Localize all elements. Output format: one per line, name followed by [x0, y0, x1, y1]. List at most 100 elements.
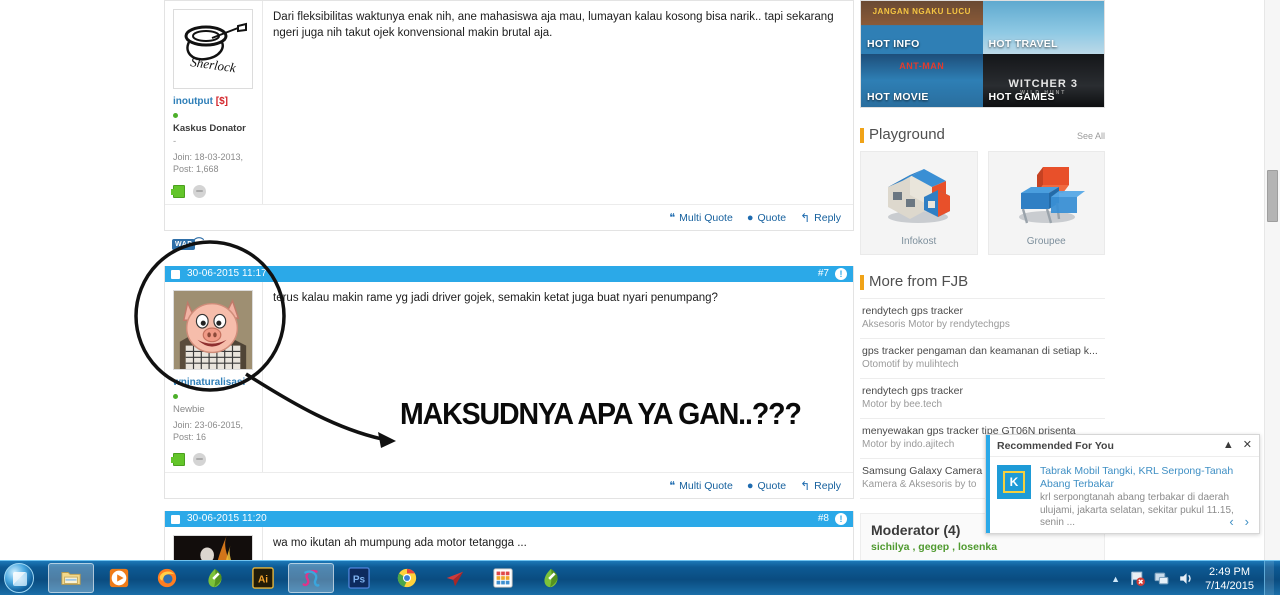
meme-caption: MAKSUDNYA APA YA GAN..???	[400, 396, 802, 431]
avatar[interactable]: Sherlock	[173, 9, 253, 89]
hot-tile-games[interactable]: WITCHER 3 WILD HUNT HOT GAMES	[982, 54, 1104, 107]
list-item[interactable]: rendytech gps tracker Aksesoris Motor by…	[860, 298, 1105, 339]
user-post-count: Post: 16	[173, 432, 207, 442]
scrollbar-thumb[interactable]	[1267, 170, 1278, 222]
avatar[interactable]	[173, 290, 253, 370]
volume-icon[interactable]	[1177, 570, 1194, 587]
fjb-item-title: rendytech gps tracker	[862, 305, 963, 317]
hot-tile-movie[interactable]: ANT-MAN HOT MOVIE	[861, 54, 983, 107]
post-checkbox[interactable]	[171, 269, 180, 279]
post-7-header: 30-06-2015 11:17 #7 !	[165, 266, 853, 282]
bubble-icon: ●	[746, 479, 754, 492]
taskbar-coreldraw[interactable]	[192, 563, 238, 593]
taskbar-windows-explorer[interactable]	[48, 563, 94, 593]
post-6-username[interactable]: inoutput [$]	[173, 96, 256, 108]
quote-button[interactable]: ● Quote	[747, 480, 786, 492]
taskbar-adobe-illustrator[interactable]: Ai	[240, 563, 286, 593]
recommended-header: Recommended For You ▲ ✕	[986, 435, 1259, 457]
recommended-title: Recommended For You	[997, 439, 1114, 452]
next-arrow-icon[interactable]: ›	[1245, 514, 1249, 529]
user-dash: -	[173, 136, 177, 147]
multi-quote-button[interactable]: ❝ Multi Quote	[669, 479, 733, 493]
taskbar-clock[interactable]: 2:49 PM 7/14/2015	[1205, 565, 1254, 593]
user-post-count: Post: 1,668	[173, 164, 219, 174]
isometric-chairs-icon	[1019, 167, 1086, 224]
taskbar-coreldraw-second[interactable]	[528, 563, 574, 593]
system-tray: ▲ 2:49 PM 7/14/2015	[1111, 561, 1280, 595]
tray-expand-icon[interactable]: ▲	[1111, 574, 1120, 584]
chevron-up-icon[interactable]: ▲	[1223, 440, 1234, 451]
gray-badge-icon[interactable]	[193, 453, 206, 466]
moderator-names[interactable]: sichilya , gegep , losenka	[871, 541, 1094, 553]
taskbar-google-chrome[interactable]	[384, 563, 430, 593]
report-icon[interactable]: !	[835, 268, 847, 280]
browser-content: Sherlock inoutput [$] Kaskus Donator - J…	[0, 0, 1280, 560]
taskbar-media-player[interactable]	[96, 563, 142, 593]
report-icon[interactable]: !	[835, 513, 847, 525]
wifi-wave-icon: ⌒	[193, 238, 205, 249]
hot-tile-travel[interactable]: HOT TRAVEL	[982, 1, 1104, 54]
quote-button[interactable]: ● Quote	[747, 212, 786, 224]
illustrator-icon: Ai	[252, 567, 274, 589]
firefox-icon	[157, 568, 177, 588]
close-icon[interactable]: ✕	[1243, 440, 1252, 451]
wap-badge-wrap: WAP ⌒	[164, 233, 854, 256]
gray-badge-icon[interactable]	[193, 185, 206, 198]
list-item[interactable]: gps tracker pengaman dan keamanan di set…	[860, 339, 1105, 379]
flag-action-center-icon[interactable]	[1129, 570, 1146, 587]
taskbar-smadav[interactable]	[288, 563, 334, 593]
playground-label-groupee: Groupee	[1026, 236, 1066, 247]
post-7-number[interactable]: #7	[818, 266, 829, 282]
vertical-scrollbar[interactable]	[1264, 0, 1280, 560]
taskbar-paper-plane-app[interactable]	[432, 563, 478, 593]
hot-tile-info[interactable]: JANGAN NGAKU LUCU HOT INFO	[861, 1, 983, 54]
screen: Sherlock inoutput [$] Kaskus Donator - J…	[0, 0, 1280, 595]
recommended-text: Tabrak Mobil Tangki, KRL Serpong-Tanah A…	[1040, 465, 1251, 530]
post-6-body: Sherlock inoutput [$] Kaskus Donator - J…	[165, 1, 853, 204]
isometric-house-icon	[887, 169, 950, 223]
playground-card-groupee[interactable]: Groupee	[987, 151, 1105, 255]
reply-button[interactable]: ↰ Reply	[800, 211, 841, 225]
prev-arrow-icon[interactable]: ‹	[1229, 514, 1233, 529]
green-badge-icon[interactable]	[171, 185, 185, 198]
playground-see-all[interactable]: See All	[1077, 131, 1105, 143]
playground-card-infokost[interactable]: Infokost	[860, 151, 978, 255]
username-text: inoutput	[173, 96, 213, 107]
hot-travel-label: HOT TRAVEL	[988, 38, 1058, 50]
taskbar-calculator-grid-app[interactable]	[480, 563, 526, 593]
recommended-link[interactable]: Tabrak Mobil Tangki, KRL Serpong-Tanah A…	[1040, 465, 1251, 491]
svg-text:Ps: Ps	[353, 575, 366, 586]
post-checkbox[interactable]	[171, 514, 180, 524]
reply-button[interactable]: ↰ Reply	[800, 479, 841, 493]
avatar[interactable]	[173, 535, 253, 560]
start-button[interactable]	[4, 563, 34, 593]
calculator-grid-icon	[493, 568, 513, 588]
online-status-dot	[173, 394, 178, 399]
post-7-message: terus kalau makin rame yg jadi driver go…	[273, 292, 718, 304]
fjb-item-title: gps tracker pengaman dan keamanan di set…	[862, 345, 1098, 357]
playground-label-infokost: Infokost	[901, 236, 937, 247]
multi-quote-button[interactable]: ❝ Multi Quote	[669, 211, 733, 225]
infokost-illustration	[880, 152, 958, 236]
post-7-body: wninaturalisasi Newbie Join: 23-06-2015,…	[165, 282, 853, 472]
post-8-header: 30-06-2015 11:20 #8 !	[165, 511, 853, 527]
online-status-dot	[173, 113, 178, 118]
network-icon[interactable]	[1153, 570, 1170, 587]
reply-arrow-icon: ↰	[800, 210, 811, 225]
show-desktop-button[interactable]	[1264, 561, 1274, 595]
reply-label: Reply	[814, 211, 841, 224]
recommended-body: K Tabrak Mobil Tangki, KRL Serpong-Tanah…	[986, 457, 1259, 530]
playground-header: Playground See All	[860, 126, 1105, 143]
taskbar-firefox[interactable]	[144, 563, 190, 593]
clock-time: 2:49 PM	[1209, 565, 1251, 578]
fjb-title: More from FJB	[860, 273, 968, 290]
post-7-username[interactable]: wninaturalisasi	[173, 377, 256, 389]
dark-flame-avatar	[174, 536, 252, 560]
taskbar-adobe-photoshop[interactable]: Ps	[336, 563, 382, 593]
donator-badge: [$]	[215, 96, 228, 107]
list-item[interactable]: rendytech gps tracker Motor by bee.tech	[860, 379, 1105, 419]
multi-quote-label: Multi Quote	[679, 211, 733, 224]
post-8-number[interactable]: #8	[818, 511, 829, 527]
green-badge-icon[interactable]	[171, 453, 185, 466]
wap-label: WAP	[175, 241, 193, 248]
